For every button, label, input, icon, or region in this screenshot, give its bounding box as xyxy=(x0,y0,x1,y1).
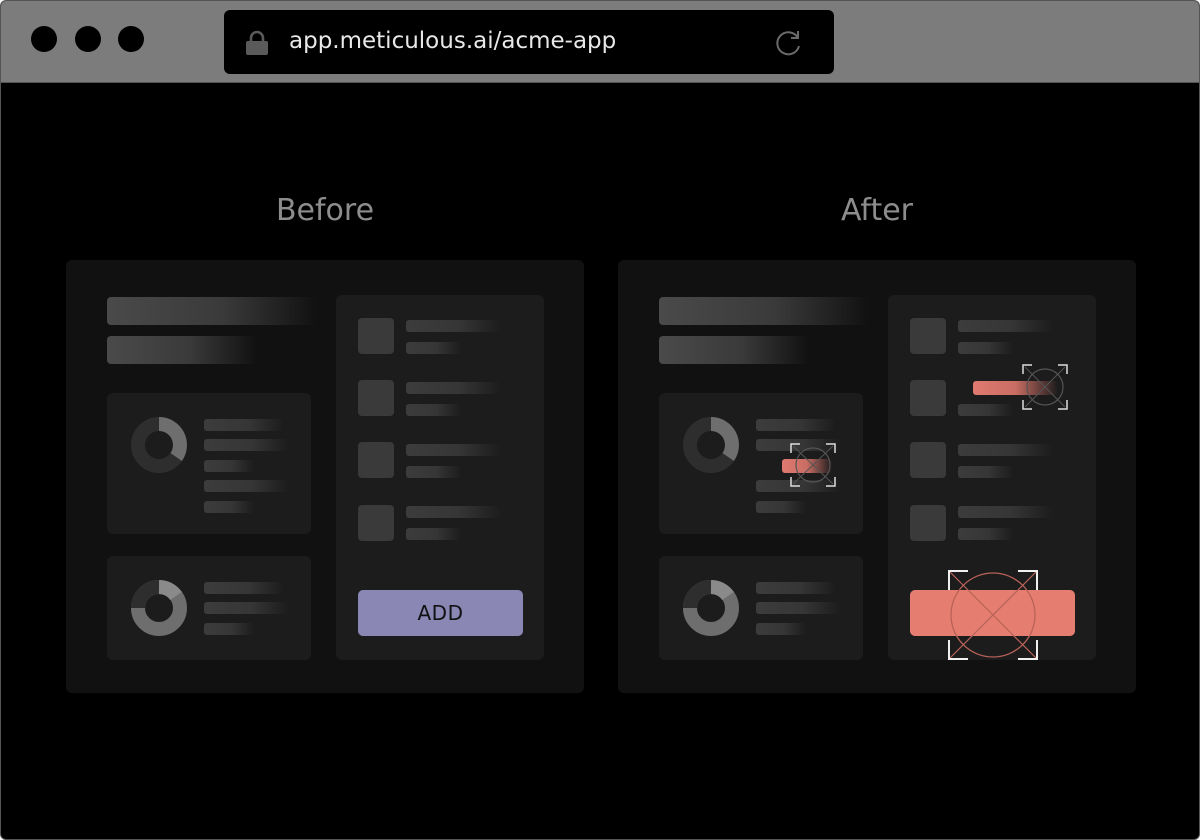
after-screenshot-panel xyxy=(618,260,1136,693)
chart-card xyxy=(107,556,311,660)
window-close-dot[interactable] xyxy=(31,26,57,52)
browser-window: app.meticulous.ai/acme-app Before After xyxy=(0,0,1200,840)
diff-target-icon xyxy=(948,570,1038,660)
text-placeholder xyxy=(406,444,501,456)
text-placeholder xyxy=(406,404,461,416)
text-placeholder xyxy=(958,528,1013,540)
lock-icon xyxy=(246,30,268,55)
text-placeholder xyxy=(958,342,1013,354)
list-item-thumbnail xyxy=(910,380,946,416)
diff-target-icon xyxy=(1022,364,1068,410)
text-placeholder xyxy=(406,528,461,540)
list-item-thumbnail xyxy=(358,442,394,478)
text-placeholder xyxy=(406,466,461,478)
add-button[interactable]: ADD xyxy=(358,590,523,636)
text-placeholder xyxy=(406,382,501,394)
subheading-placeholder xyxy=(107,336,257,364)
text-placeholder xyxy=(756,582,836,594)
chart-card xyxy=(659,556,863,660)
text-placeholder xyxy=(204,501,254,513)
text-placeholder xyxy=(204,460,254,472)
text-placeholder xyxy=(958,320,1053,332)
browser-toolbar: app.meticulous.ai/acme-app xyxy=(1,1,1199,83)
diff-target-icon xyxy=(790,443,836,487)
text-placeholder xyxy=(406,342,461,354)
text-placeholder xyxy=(958,404,1013,416)
text-placeholder xyxy=(204,419,284,431)
text-placeholder xyxy=(958,466,1013,478)
list-item-thumbnail xyxy=(358,505,394,541)
donut-chart-icon xyxy=(131,580,187,636)
list-item-thumbnail xyxy=(910,442,946,478)
list-item-thumbnail xyxy=(910,505,946,541)
after-label: After xyxy=(840,193,914,228)
text-placeholder xyxy=(756,602,841,614)
window-minimize-dot[interactable] xyxy=(75,26,101,52)
donut-chart-icon xyxy=(131,417,187,473)
list-item-thumbnail xyxy=(358,380,394,416)
heading-placeholder xyxy=(107,297,317,325)
chart-card xyxy=(659,393,863,534)
before-label: Before xyxy=(275,193,375,228)
url-text[interactable]: app.meticulous.ai/acme-app xyxy=(289,26,616,56)
text-placeholder xyxy=(204,623,254,635)
window-maximize-dot[interactable] xyxy=(118,26,144,52)
text-placeholder xyxy=(756,501,806,513)
text-placeholder xyxy=(756,419,836,431)
text-placeholder xyxy=(958,444,1053,456)
list-card xyxy=(888,295,1096,660)
donut-chart-icon xyxy=(683,580,739,636)
text-placeholder xyxy=(958,506,1053,518)
text-placeholder xyxy=(406,320,501,332)
heading-placeholder xyxy=(659,297,869,325)
chart-card xyxy=(107,393,311,534)
reload-icon[interactable] xyxy=(774,28,804,58)
before-screenshot-panel: ADD xyxy=(66,260,584,693)
list-item-thumbnail xyxy=(910,318,946,354)
list-card: ADD xyxy=(336,295,544,660)
text-placeholder xyxy=(204,439,289,451)
text-placeholder xyxy=(406,506,501,518)
text-placeholder xyxy=(204,582,284,594)
address-bar[interactable]: app.meticulous.ai/acme-app xyxy=(224,10,834,74)
subheading-placeholder xyxy=(659,336,809,364)
text-placeholder xyxy=(204,602,289,614)
text-placeholder xyxy=(756,623,806,635)
donut-chart-icon xyxy=(683,417,739,473)
list-item-thumbnail xyxy=(358,318,394,354)
text-placeholder xyxy=(204,480,289,492)
